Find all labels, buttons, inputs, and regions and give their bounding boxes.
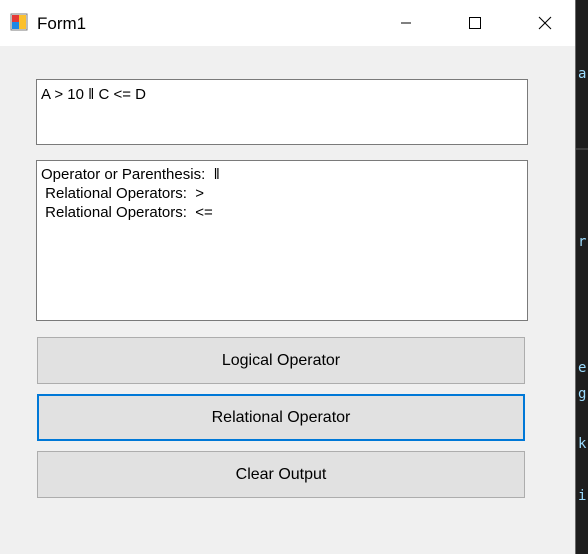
form-icon (10, 13, 28, 31)
background-glyph: e (578, 360, 587, 376)
form-window: Form1 A > 10 ‖ C <= D Operator or Parent… (0, 0, 576, 554)
minimize-icon (401, 22, 411, 24)
background-glyph: k (578, 436, 587, 452)
title-bar[interactable]: Form1 (0, 0, 575, 46)
window-title: Form1 (37, 14, 87, 33)
output-textbox[interactable]: Operator or Parenthesis: ‖ Relational Op… (36, 160, 528, 321)
output-line: Relational Operators: > (41, 185, 205, 202)
clear-output-button[interactable]: Clear Output (37, 451, 525, 498)
background-glyph: a (578, 66, 587, 82)
background-glyph: r (578, 234, 587, 250)
maximize-icon (469, 17, 481, 29)
close-button[interactable] (522, 0, 568, 46)
output-line: Operator or Parenthesis: ‖ (41, 166, 220, 183)
logical-operator-button[interactable]: Logical Operator (37, 337, 525, 384)
expression-input[interactable]: A > 10 ‖ C <= D (36, 79, 528, 145)
maximize-button[interactable] (452, 0, 498, 46)
background-glyph: g (578, 386, 587, 402)
relational-operator-button[interactable]: Relational Operator (37, 394, 525, 441)
background-ide-edge (576, 0, 588, 554)
background-glyph: i (578, 488, 587, 504)
close-icon (538, 16, 552, 30)
background-divider (576, 148, 588, 150)
output-line: Relational Operators: <= (41, 204, 213, 221)
minimize-button[interactable] (383, 0, 429, 46)
